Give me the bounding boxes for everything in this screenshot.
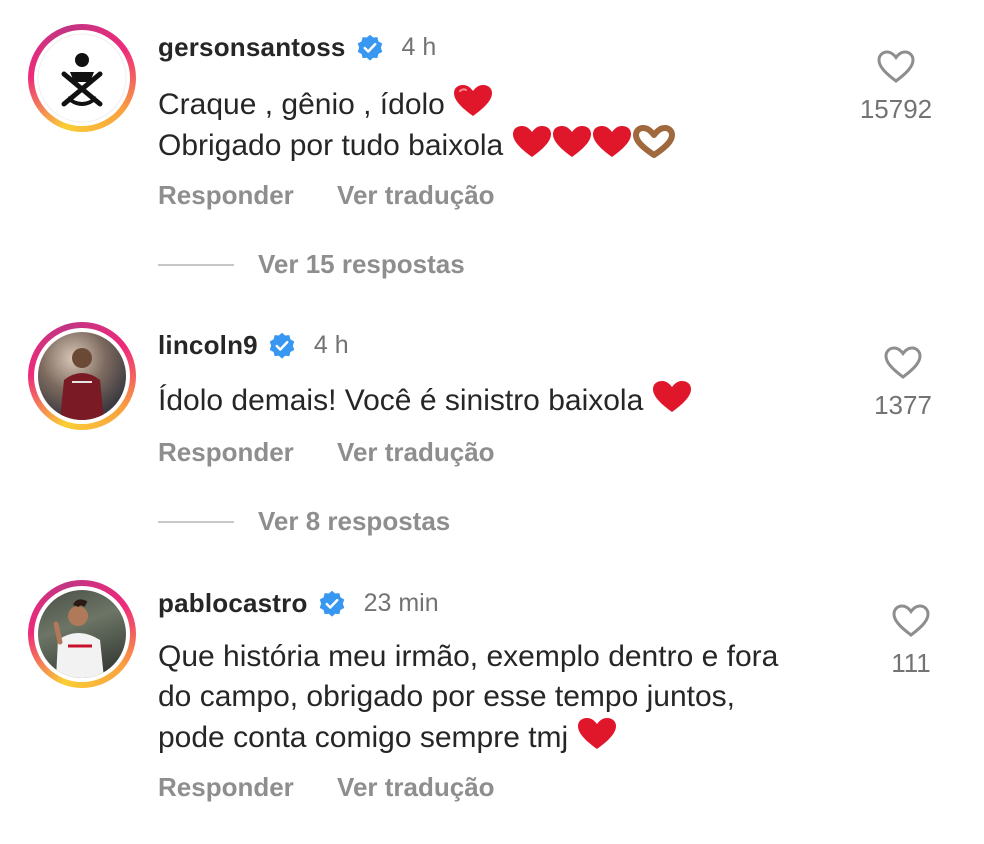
like-control[interactable]: 111 xyxy=(861,604,961,679)
like-count: 1377 xyxy=(874,390,932,420)
like-control[interactable]: 15792 xyxy=(846,50,946,125)
heart-outline-icon[interactable] xyxy=(884,346,922,380)
timestamp: 23 min xyxy=(363,589,439,617)
verified-badge-icon xyxy=(319,590,344,617)
see-translation-button[interactable]: Ver tradução xyxy=(337,772,495,802)
heart-outline-icon[interactable] xyxy=(877,50,915,84)
verified-badge-icon xyxy=(269,332,295,359)
avatar-ring[interactable] xyxy=(28,24,136,132)
red-heart-emoji-icon xyxy=(577,718,616,749)
username[interactable]: pablocastro xyxy=(158,588,308,619)
comment-line: Que história meu irmão, exemplo dentro e… xyxy=(158,640,779,673)
reply-button[interactable]: Responder xyxy=(158,437,294,467)
comment-line: Ídolo demais! Você é sinistro baixola xyxy=(158,384,644,417)
red-heart-emoji-icon xyxy=(454,85,493,116)
avatar-photo xyxy=(38,590,126,678)
divider xyxy=(158,520,234,523)
like-count: 15792 xyxy=(859,94,933,124)
heart-outline-icon[interactable] xyxy=(892,604,930,638)
username[interactable]: gersonsantoss xyxy=(158,32,346,63)
username[interactable]: lincoln9 xyxy=(158,330,258,361)
divider xyxy=(158,263,234,266)
comment-text: Ídolo demais! Você é sinistro baixola xyxy=(158,380,692,421)
comment-line: pode conta comigo sempre tmj xyxy=(158,721,569,754)
avatar-ring[interactable] xyxy=(28,322,136,430)
comment-line: do campo, obrigado por esse tempo juntos… xyxy=(158,680,736,713)
avatar xyxy=(34,586,130,682)
view-replies-label: Ver 15 respostas xyxy=(258,249,465,279)
view-replies-button[interactable]: Ver 15 respostas xyxy=(158,249,465,280)
red-heart-emoji-icon xyxy=(652,381,691,412)
see-translation-button[interactable]: Ver tradução xyxy=(337,180,495,210)
heart-hands-emoji-icon xyxy=(632,125,675,158)
reply-button[interactable]: Responder xyxy=(158,772,294,802)
logo-avatar-icon xyxy=(37,33,127,123)
timestamp: 4 h xyxy=(401,33,437,61)
red-heart-emoji-icon xyxy=(592,126,631,157)
red-heart-emoji-icon xyxy=(552,126,591,157)
view-replies-label: Ver 8 respostas xyxy=(258,506,451,536)
like-control[interactable]: 1377 xyxy=(853,346,953,421)
avatar xyxy=(34,328,130,424)
see-translation-button[interactable]: Ver tradução xyxy=(337,437,495,467)
avatar-photo xyxy=(38,332,126,420)
reply-button[interactable]: Responder xyxy=(158,180,294,210)
comment-text: Craque , gênio , ídolo Obrigado por tudo… xyxy=(158,84,676,166)
avatar-ring[interactable] xyxy=(28,580,136,688)
comment-line: Craque , gênio , ídolo xyxy=(158,88,445,121)
verified-badge-icon xyxy=(357,34,382,61)
like-count: 111 xyxy=(891,648,931,678)
comment-text: Que história meu irmão, exemplo dentro e… xyxy=(158,637,778,758)
timestamp: 4 h xyxy=(313,331,349,359)
red-heart-emoji-icon xyxy=(512,126,551,157)
avatar xyxy=(34,30,130,126)
comment-line: Obrigado por tudo baixola xyxy=(158,129,504,162)
view-replies-button[interactable]: Ver 8 respostas xyxy=(158,506,450,537)
